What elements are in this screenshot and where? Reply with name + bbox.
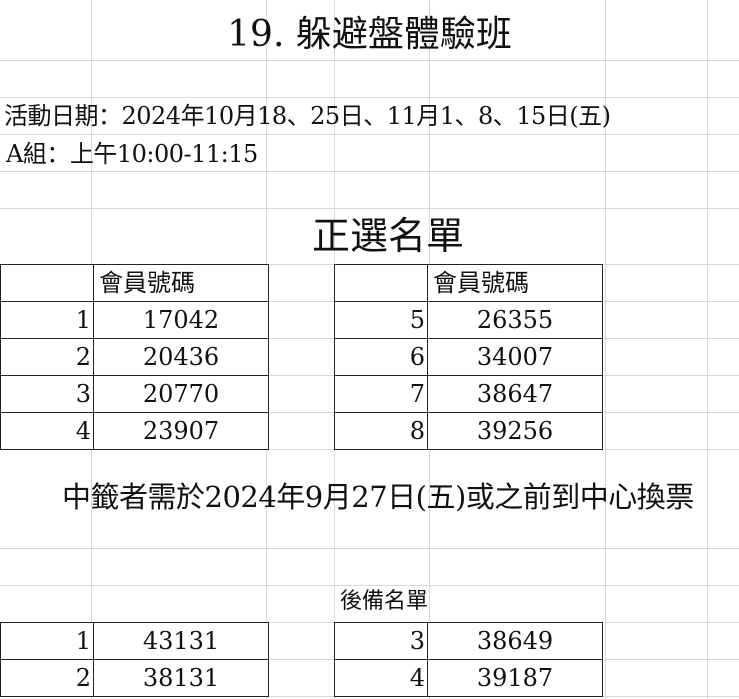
member-number[interactable]: 39187 bbox=[427, 659, 603, 697]
row-index[interactable]: 8 bbox=[334, 412, 428, 450]
table-row: 5 26355 bbox=[334, 301, 603, 339]
member-number[interactable]: 43131 bbox=[93, 622, 269, 660]
member-number[interactable]: 17042 bbox=[93, 301, 269, 339]
table-row: 4 23907 bbox=[0, 412, 269, 450]
member-number[interactable]: 38647 bbox=[427, 375, 603, 413]
row-index[interactable]: 3 bbox=[0, 375, 94, 413]
row-index[interactable]: 2 bbox=[0, 338, 94, 376]
waitlist-heading: 後備名單 bbox=[340, 589, 429, 614]
row-index[interactable]: 1 bbox=[0, 301, 94, 339]
member-number[interactable]: 26355 bbox=[427, 301, 603, 339]
member-number[interactable]: 20770 bbox=[93, 375, 269, 413]
table-row: 4 39187 bbox=[334, 659, 603, 697]
header-member-number[interactable]: 會員號碼 bbox=[93, 264, 269, 302]
selected-list-heading: 正選名單 bbox=[312, 214, 465, 258]
row-index[interactable]: 7 bbox=[334, 375, 428, 413]
waitlist-table-right: 3 38649 4 39187 bbox=[334, 622, 603, 697]
member-number[interactable]: 38131 bbox=[93, 659, 269, 697]
table-row: 6 34007 bbox=[334, 338, 603, 376]
header-member-number[interactable]: 會員號碼 bbox=[427, 264, 603, 302]
table-row: 1 43131 bbox=[0, 622, 269, 660]
table-row: 7 38647 bbox=[334, 375, 603, 413]
ticket-exchange-notice: 中籤者需於2024年9月27日(五)或之前到中心換票 bbox=[62, 480, 694, 514]
member-number[interactable]: 34007 bbox=[427, 338, 603, 376]
table-row: 8 39256 bbox=[334, 412, 603, 450]
selected-table-right: 會員號碼 5 26355 6 34007 7 38647 8 39256 bbox=[334, 264, 603, 450]
table-header-row: 會員號碼 bbox=[0, 264, 269, 302]
row-index[interactable]: 2 bbox=[0, 659, 94, 697]
member-number[interactable]: 23907 bbox=[93, 412, 269, 450]
table-row: 2 20436 bbox=[0, 338, 269, 376]
group-time: A組：上午10:00-11:15 bbox=[6, 140, 258, 168]
member-number[interactable]: 20436 bbox=[93, 338, 269, 376]
header-index-cell[interactable] bbox=[334, 264, 428, 302]
row-index[interactable]: 5 bbox=[334, 301, 428, 339]
header-index-cell[interactable] bbox=[0, 264, 94, 302]
row-index[interactable]: 4 bbox=[0, 412, 94, 450]
waitlist-table-left: 1 43131 2 38131 bbox=[0, 622, 269, 697]
table-header-row: 會員號碼 bbox=[334, 264, 603, 302]
row-index[interactable]: 3 bbox=[334, 622, 428, 660]
row-index[interactable]: 6 bbox=[334, 338, 428, 376]
activity-dates: 活動日期：2024年10月18、25日、11月1、8、15日(五) bbox=[4, 102, 611, 130]
table-row: 3 38649 bbox=[334, 622, 603, 660]
table-row: 2 38131 bbox=[0, 659, 269, 697]
row-index[interactable]: 1 bbox=[0, 622, 94, 660]
table-row: 1 17042 bbox=[0, 301, 269, 339]
member-number[interactable]: 38649 bbox=[427, 622, 603, 660]
table-row: 3 20770 bbox=[0, 375, 269, 413]
page-title: 19. 躲避盤體驗班 bbox=[227, 14, 512, 55]
member-number[interactable]: 39256 bbox=[427, 412, 603, 450]
selected-table-left: 會員號碼 1 17042 2 20436 3 20770 4 23907 bbox=[0, 264, 269, 450]
row-index[interactable]: 4 bbox=[334, 659, 428, 697]
